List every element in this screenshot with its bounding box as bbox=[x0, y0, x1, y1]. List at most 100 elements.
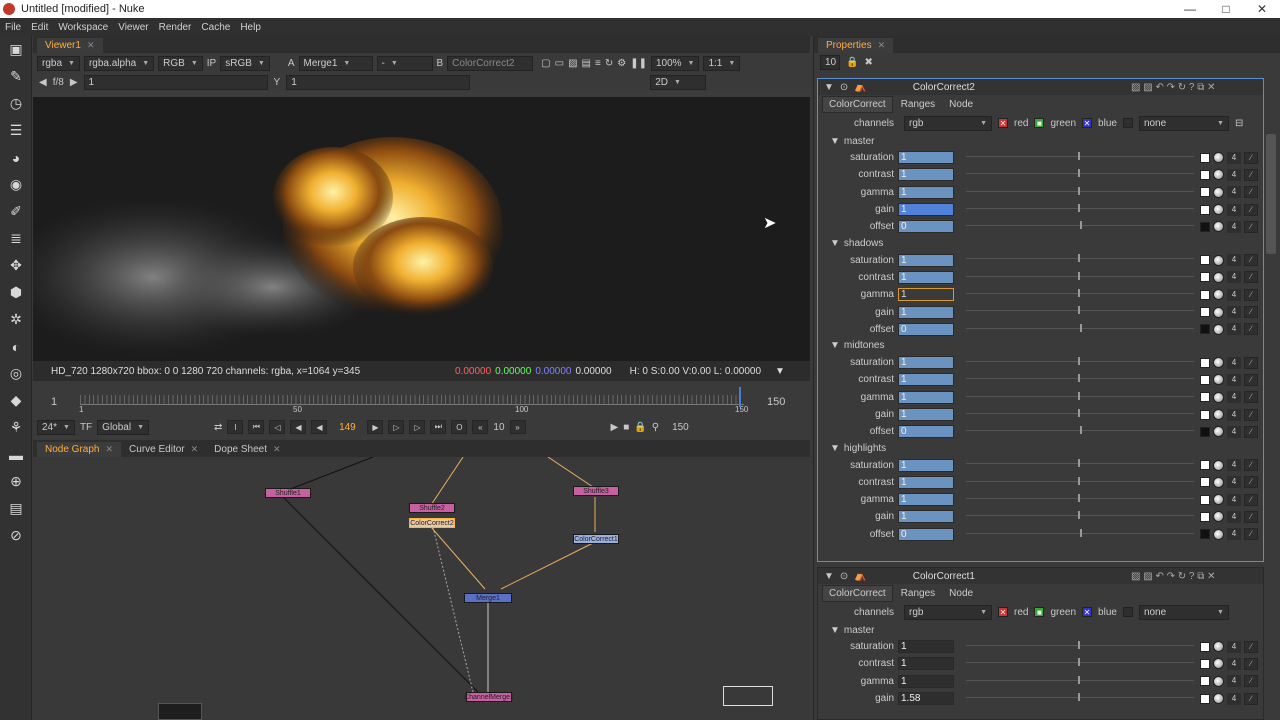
slider-knob[interactable] bbox=[1078, 494, 1080, 503]
green-checkbox[interactable]: ■ bbox=[1034, 607, 1045, 617]
saturation-input[interactable]: 1 bbox=[898, 458, 954, 472]
animation-curve-icon[interactable]: ∕ bbox=[1244, 220, 1258, 233]
animation-curve-icon[interactable]: ∕ bbox=[1244, 510, 1258, 523]
color-wheel-icon[interactable] bbox=[1213, 693, 1224, 705]
color-wheel-icon[interactable] bbox=[1213, 271, 1224, 283]
slider-knob[interactable] bbox=[1078, 254, 1080, 263]
color-wheel-icon[interactable] bbox=[1213, 374, 1224, 386]
contrast-slider[interactable] bbox=[966, 168, 1194, 180]
view-mode-select[interactable]: 2D ▼ bbox=[650, 74, 707, 90]
slider-knob[interactable] bbox=[1078, 459, 1080, 468]
guides-icon[interactable]: ▭ bbox=[555, 58, 564, 69]
color-wheel-icon[interactable] bbox=[1213, 323, 1224, 335]
color-swatch[interactable] bbox=[1200, 357, 1210, 368]
color-wheel-icon[interactable] bbox=[1213, 511, 1224, 523]
animation-curve-icon[interactable]: ∕ bbox=[1244, 323, 1258, 336]
offset-input[interactable]: 0 bbox=[898, 527, 954, 541]
color-wheel-icon[interactable] bbox=[1213, 221, 1224, 233]
menu-help[interactable]: Help bbox=[235, 22, 266, 33]
color-swatch[interactable] bbox=[1200, 477, 1210, 488]
settings-icon[interactable]: ⚙ bbox=[617, 58, 626, 69]
in-point-button[interactable]: I bbox=[227, 420, 244, 434]
node-icon[interactable]: ⊙ bbox=[840, 571, 848, 582]
split-channels-button[interactable]: 4 bbox=[1227, 203, 1241, 216]
transform-icon[interactable]: ✥ bbox=[0, 252, 32, 279]
split-channels-button[interactable]: 4 bbox=[1227, 151, 1241, 164]
prev-key-button[interactable]: ◁ bbox=[269, 420, 286, 434]
red-checkbox[interactable]: ✕ bbox=[998, 118, 1008, 128]
split-channels-button[interactable]: 4 bbox=[1227, 288, 1241, 301]
collapse-icon[interactable]: ▼ bbox=[824, 571, 834, 582]
split-channels-button[interactable]: 4 bbox=[1227, 692, 1241, 705]
a-input-select[interactable]: Merge1 ▼ bbox=[298, 55, 373, 71]
gamma-input[interactable]: 1 bbox=[898, 390, 954, 404]
channels-select[interactable]: rgb ▼ bbox=[904, 604, 992, 620]
color-wheel-icon[interactable] bbox=[1213, 169, 1224, 181]
saturation-slider[interactable] bbox=[966, 640, 1194, 652]
slider-knob[interactable] bbox=[1080, 221, 1082, 230]
out-point-button[interactable]: O bbox=[451, 420, 468, 434]
mask-minus-icon[interactable]: ⊟ bbox=[1235, 118, 1243, 129]
collapse-icon[interactable]: ▼ bbox=[830, 238, 840, 249]
animation-curve-icon[interactable]: ∕ bbox=[1244, 168, 1258, 181]
split-channels-button[interactable]: 4 bbox=[1227, 306, 1241, 319]
collapse-icon[interactable]: ▼ bbox=[830, 625, 840, 636]
fps-select[interactable]: 24* ▼ bbox=[37, 419, 75, 435]
collapse-icon[interactable]: ▼ bbox=[830, 340, 840, 351]
gain-slider[interactable] bbox=[966, 510, 1194, 522]
ratio-select[interactable]: 1:1 ▼ bbox=[703, 55, 741, 71]
minimap[interactable] bbox=[158, 703, 202, 720]
time-icon[interactable]: ◷ bbox=[0, 90, 32, 117]
color-swatch[interactable] bbox=[1200, 152, 1210, 163]
color-swatch[interactable] bbox=[1200, 221, 1210, 232]
tab-viewer1[interactable]: Viewer1 ✕ bbox=[37, 38, 103, 53]
split-channels-button[interactable]: 4 bbox=[1227, 220, 1241, 233]
gain-slider[interactable] bbox=[966, 203, 1194, 215]
refresh-icon[interactable]: ↻ bbox=[605, 58, 613, 69]
roi-icon[interactable]: ▢ bbox=[541, 58, 550, 69]
saturation-input[interactable]: 1 bbox=[898, 356, 954, 370]
wipe-icon[interactable]: ▨ bbox=[568, 58, 577, 69]
saturation-slider[interactable] bbox=[966, 253, 1194, 265]
offset-input[interactable]: 0 bbox=[898, 220, 954, 234]
zoom-select[interactable]: 100% ▼ bbox=[650, 55, 700, 71]
tab-node[interactable]: Node bbox=[943, 97, 979, 112]
blue-checkbox[interactable]: ✕ bbox=[1082, 118, 1093, 128]
pointer-icon[interactable]: ▣ bbox=[0, 36, 32, 63]
play-backward-button[interactable]: ◀ bbox=[311, 420, 328, 434]
blue-checkbox[interactable]: ✕ bbox=[1082, 607, 1093, 617]
color-wheel-icon[interactable] bbox=[1213, 204, 1224, 216]
slider-knob[interactable] bbox=[1078, 186, 1080, 195]
fstop-next-icon[interactable]: ▶ bbox=[70, 77, 78, 88]
split-channels-button[interactable]: 4 bbox=[1227, 510, 1241, 523]
contrast-input[interactable]: 1 bbox=[898, 475, 954, 489]
help-icon[interactable]: ⊘ bbox=[0, 522, 32, 549]
color-swatch[interactable] bbox=[1200, 169, 1210, 180]
saturation-slider[interactable] bbox=[966, 151, 1194, 163]
step-increment[interactable]: 10 bbox=[493, 422, 504, 433]
menu-file[interactable]: File bbox=[0, 22, 26, 33]
gain-input[interactable]: 1 bbox=[898, 408, 954, 421]
timeline-track[interactable] bbox=[80, 395, 744, 405]
viewer-canvas[interactable]: ➤ bbox=[33, 97, 810, 361]
split-channels-button[interactable]: 4 bbox=[1227, 476, 1241, 489]
animation-curve-icon[interactable]: ∕ bbox=[1244, 408, 1258, 421]
slider-knob[interactable] bbox=[1078, 169, 1080, 178]
tab-node[interactable]: Node bbox=[943, 586, 979, 601]
menu-cache[interactable]: Cache bbox=[196, 22, 235, 33]
tab-dope-sheet[interactable]: Dope Sheet ✕ bbox=[206, 442, 288, 457]
lock-icon[interactable]: 🔒 bbox=[634, 422, 646, 433]
node-shuffle3[interactable]: Shuffle3 bbox=[573, 486, 619, 496]
b-input-select[interactable]: ColorCorrect2 bbox=[447, 55, 534, 71]
slider-knob[interactable] bbox=[1078, 675, 1080, 684]
slider-knob[interactable] bbox=[1078, 152, 1080, 160]
animation-curve-icon[interactable]: ∕ bbox=[1244, 288, 1258, 301]
saturation-input[interactable]: 1 bbox=[898, 151, 954, 165]
section-master[interactable]: ▼ master bbox=[818, 133, 1263, 149]
contrast-slider[interactable] bbox=[966, 271, 1194, 283]
split-channels-button[interactable]: 4 bbox=[1227, 528, 1241, 541]
minimize-button[interactable]: — bbox=[1172, 2, 1208, 16]
tab-ranges[interactable]: Ranges bbox=[895, 97, 941, 112]
close-icon[interactable]: ✕ bbox=[105, 444, 113, 455]
mask-checkbox[interactable] bbox=[1122, 118, 1133, 128]
